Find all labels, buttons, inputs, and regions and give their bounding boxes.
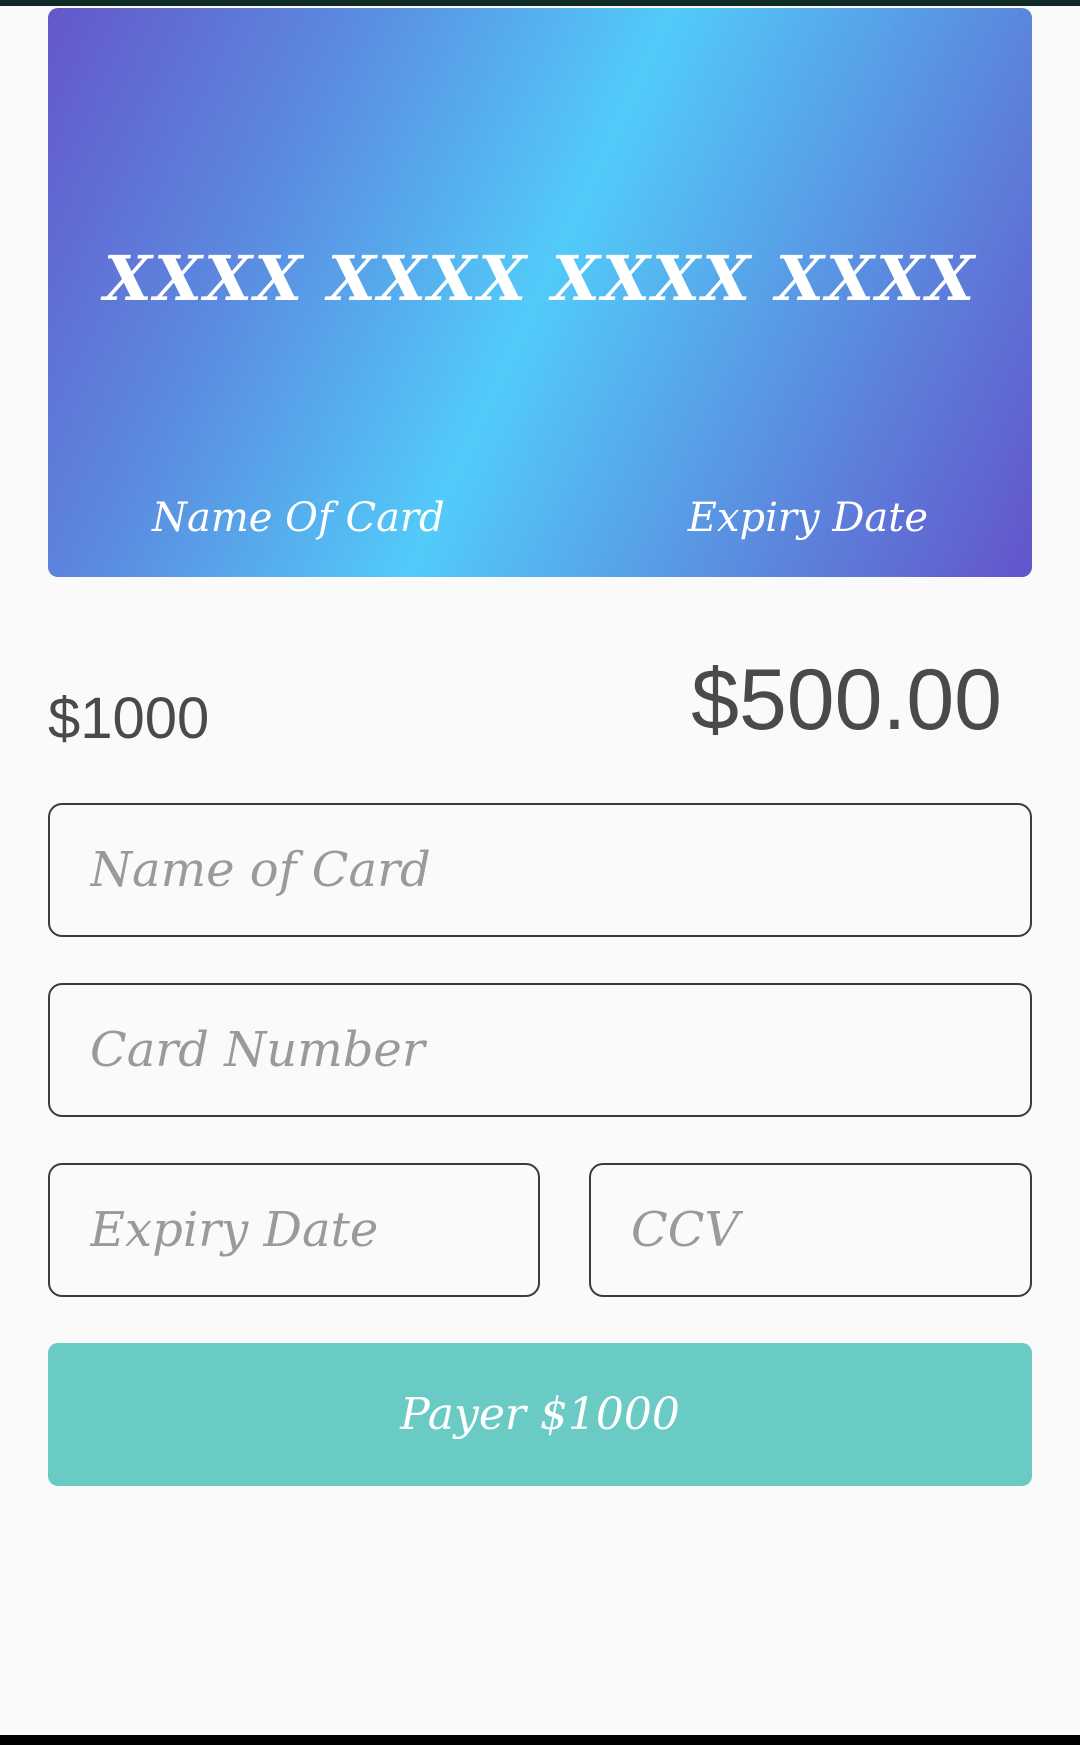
card-number-input[interactable] — [90, 985, 1010, 1115]
name-of-card-input[interactable] — [90, 805, 1010, 935]
navigation-bar — [0, 1735, 1080, 1745]
card-number-field[interactable] — [48, 983, 1032, 1117]
credit-card-preview: XXXX XXXX XXXX XXXX Name Of Card Expiry … — [48, 8, 1032, 577]
amount-label: $1000 — [48, 686, 210, 751]
ccv-field[interactable] — [589, 1163, 1032, 1297]
card-number-display: XXXX XXXX XXXX XXXX — [103, 242, 977, 315]
card-expiry-display: Expiry Date — [687, 495, 928, 541]
expiry-date-field[interactable] — [48, 1163, 540, 1297]
pay-button[interactable]: Payer $1000 — [48, 1343, 1032, 1486]
expiry-date-input[interactable] — [90, 1165, 518, 1295]
ccv-input[interactable] — [631, 1165, 1010, 1295]
card-name-display: Name Of Card — [152, 495, 445, 541]
name-of-card-field[interactable] — [48, 803, 1032, 937]
status-bar — [0, 0, 1080, 6]
amount-total: $500.00 — [691, 652, 1002, 748]
